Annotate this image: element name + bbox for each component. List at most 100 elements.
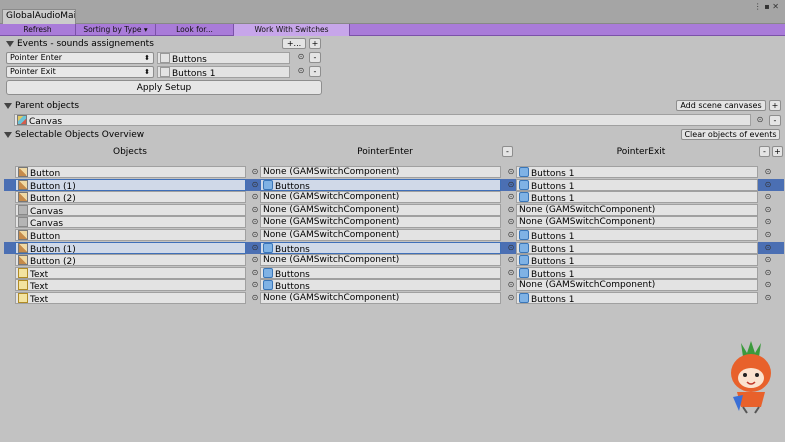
object-field[interactable]: Button: [15, 229, 246, 241]
object-field[interactable]: Button: [15, 166, 246, 178]
event-target-label: Buttons: [172, 55, 207, 64]
apply-setup-button[interactable]: Apply Setup: [6, 80, 322, 95]
window-menu-icon[interactable]: ⋮ ▪ ✕: [754, 3, 779, 11]
object-picker-icon[interactable]: ⊙: [250, 217, 260, 227]
object-picker-icon[interactable]: ⊙: [763, 293, 773, 303]
remove-exit-column-button[interactable]: -: [759, 146, 770, 157]
object-picker-icon[interactable]: ⊙: [250, 255, 260, 265]
object-picker-icon[interactable]: ⊙: [506, 205, 516, 215]
pointer-enter-field[interactable]: None (GAMSwitchComponent): [260, 254, 501, 266]
add-column-button[interactable]: +: [772, 146, 783, 157]
add-scene-canvases-button[interactable]: Add scene canvases: [676, 100, 766, 111]
object-picker-icon[interactable]: ⊙: [506, 180, 516, 190]
switch-component-icon: [519, 243, 529, 253]
object-picker-icon[interactable]: ⊙: [250, 205, 260, 215]
object-picker-icon[interactable]: ⊙: [755, 115, 765, 125]
refresh-button[interactable]: Refresh: [0, 24, 76, 36]
object-picker-icon[interactable]: ⊙: [506, 217, 516, 227]
pointer-enter-field[interactable]: None (GAMSwitchComponent): [260, 166, 501, 178]
pointer-enter-field[interactable]: Buttons: [260, 267, 501, 279]
event-target-field[interactable]: Buttons: [157, 52, 290, 64]
object-picker-icon[interactable]: ⊙: [506, 192, 516, 202]
object-field[interactable]: Canvas: [15, 216, 246, 228]
parent-objects-foldout[interactable]: Parent objects: [4, 100, 79, 112]
object-picker-icon[interactable]: ⊙: [506, 255, 516, 265]
events-header: Events - sounds assignements: [17, 39, 154, 49]
pointer-exit-field[interactable]: None (GAMSwitchComponent): [516, 204, 758, 216]
object-field[interactable]: Text: [15, 292, 246, 304]
object-field[interactable]: Button (2): [15, 191, 246, 203]
objects-column-header: Objects: [112, 147, 147, 157]
object-picker-icon[interactable]: ⊙: [763, 205, 773, 215]
pointer-exit-field[interactable]: None (GAMSwitchComponent): [516, 279, 758, 291]
pointer-enter-field[interactable]: Buttons: [260, 242, 501, 254]
object-picker-icon[interactable]: ⊙: [250, 167, 260, 177]
object-field[interactable]: Button (2): [15, 254, 246, 266]
object-picker-icon[interactable]: ⊙: [506, 167, 516, 177]
remove-event-button[interactable]: -: [309, 66, 321, 77]
pointer-exit-field[interactable]: Buttons 1: [516, 191, 758, 203]
pointer-enter-field[interactable]: None (GAMSwitchComponent): [260, 216, 501, 228]
object-picker-icon[interactable]: ⊙: [250, 243, 260, 253]
object-picker-icon[interactable]: ⊙: [296, 52, 306, 62]
object-picker-icon[interactable]: ⊙: [506, 230, 516, 240]
pointer-enter-field[interactable]: Buttons: [260, 179, 501, 191]
pointer-enter-field[interactable]: None (GAMSwitchComponent): [260, 292, 501, 304]
object-picker-icon[interactable]: ⊙: [296, 66, 306, 76]
object-picker-icon[interactable]: ⊙: [763, 192, 773, 202]
object-field[interactable]: Button (1): [15, 242, 246, 254]
event-target-field[interactable]: Buttons 1: [157, 66, 290, 78]
parent-object-field[interactable]: Canvas: [14, 114, 751, 126]
pointer-exit-field[interactable]: Buttons 1: [516, 166, 758, 178]
clear-events-button[interactable]: Clear objects of events: [681, 129, 780, 140]
object-picker-icon[interactable]: ⊙: [250, 180, 260, 190]
parent-plus-button[interactable]: +: [769, 100, 781, 111]
pointer-enter-field[interactable]: Buttons: [260, 279, 501, 291]
pointer-exit-field[interactable]: Buttons 1: [516, 292, 758, 304]
object-picker-icon[interactable]: ⊙: [250, 230, 260, 240]
object-picker-icon[interactable]: ⊙: [506, 293, 516, 303]
remove-event-button[interactable]: -: [309, 52, 321, 63]
events-plus-button[interactable]: +: [309, 38, 321, 49]
sorting-dropdown[interactable]: Sorting by Type ▾: [76, 24, 156, 36]
object-picker-icon[interactable]: ⊙: [250, 192, 260, 202]
look-for-button[interactable]: Look for...: [156, 24, 234, 36]
event-type-dropdown[interactable]: Pointer Enter ⬍: [6, 52, 154, 64]
object-picker-icon[interactable]: ⊙: [763, 243, 773, 253]
window-tab[interactable]: GlobalAudioMai: [2, 9, 76, 24]
work-with-switches-tab[interactable]: Work With Switches: [234, 24, 350, 36]
object-picker-icon[interactable]: ⊙: [763, 180, 773, 190]
object-picker-icon[interactable]: ⊙: [763, 217, 773, 227]
object-field[interactable]: Text: [15, 267, 246, 279]
object-picker-icon[interactable]: ⊙: [763, 255, 773, 265]
pointer-exit-field[interactable]: Buttons 1: [516, 254, 758, 266]
pointer-exit-field[interactable]: None (GAMSwitchComponent): [516, 216, 758, 228]
remove-enter-column-button[interactable]: -: [502, 146, 513, 157]
pointer-exit-field[interactable]: Buttons 1: [516, 179, 758, 191]
event-type-dropdown[interactable]: Pointer Exit ⬍: [6, 66, 154, 78]
pointer-exit-field[interactable]: Buttons 1: [516, 267, 758, 279]
add-event-button[interactable]: +...: [282, 38, 306, 49]
pointer-enter-field[interactable]: None (GAMSwitchComponent): [260, 204, 501, 216]
object-picker-icon[interactable]: ⊙: [763, 167, 773, 177]
object-picker-icon[interactable]: ⊙: [506, 243, 516, 253]
pointer-exit-field[interactable]: Buttons 1: [516, 229, 758, 241]
object-picker-icon[interactable]: ⊙: [250, 268, 260, 278]
object-picker-icon[interactable]: ⊙: [763, 230, 773, 240]
object-picker-icon[interactable]: ⊙: [506, 268, 516, 278]
overview-foldout[interactable]: Selectable Objects Overview: [4, 129, 144, 141]
remove-parent-button[interactable]: -: [769, 115, 781, 126]
object-picker-icon[interactable]: ⊙: [763, 280, 773, 290]
switch-component-icon: [263, 280, 273, 290]
object-picker-icon[interactable]: ⊙: [763, 268, 773, 278]
pointer-exit-field[interactable]: Buttons 1: [516, 242, 758, 254]
pointer-enter-field[interactable]: None (GAMSwitchComponent): [260, 229, 501, 241]
object-picker-icon[interactable]: ⊙: [506, 280, 516, 290]
object-field[interactable]: Canvas: [15, 204, 246, 216]
object-field[interactable]: Button (1): [15, 179, 246, 191]
object-picker-icon[interactable]: ⊙: [250, 280, 260, 290]
object-picker-icon[interactable]: ⊙: [250, 293, 260, 303]
pointer-enter-field[interactable]: None (GAMSwitchComponent): [260, 191, 501, 203]
events-foldout[interactable]: Events - sounds assignements: [6, 38, 154, 50]
object-field[interactable]: Text: [15, 279, 246, 291]
